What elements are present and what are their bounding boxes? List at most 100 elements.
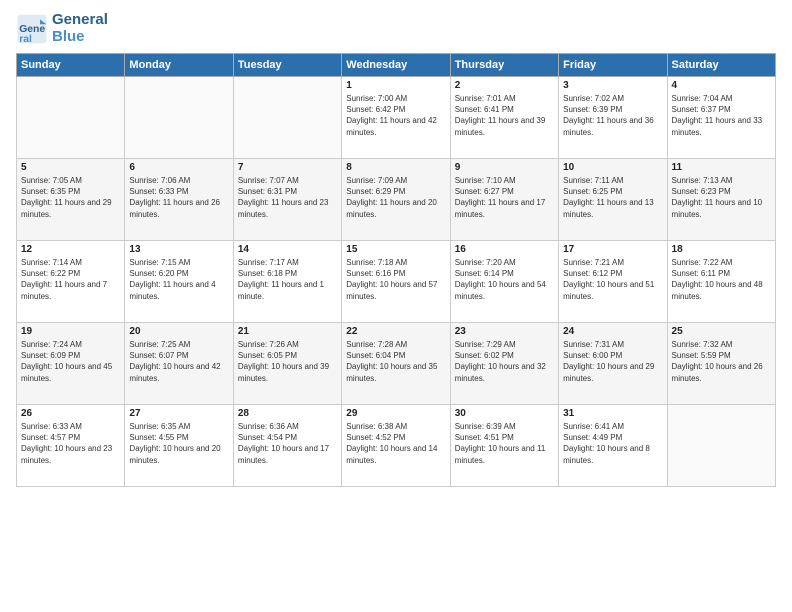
day-info: Sunrise: 7:02 AM Sunset: 6:39 PM Dayligh… [563, 93, 662, 138]
day-cell: 31 Sunrise: 6:41 AM Sunset: 4:49 PM Dayli… [559, 405, 667, 487]
calendar-page: Gene ral General Blue SundayMondayTuesda… [0, 0, 792, 612]
header: Gene ral General Blue [16, 12, 776, 45]
week-row-5: 26 Sunrise: 6:33 AM Sunset: 4:57 PM Dayli… [17, 405, 776, 487]
day-info: Sunrise: 7:13 AM Sunset: 6:23 PM Dayligh… [672, 175, 771, 220]
weekday-header-wednesday: Wednesday [342, 54, 450, 77]
day-cell: 15Sunrise: 7:18 AM Sunset: 6:16 PM Dayli… [342, 241, 450, 323]
week-row-4: 19 Sunrise: 7:24 AM Sunset: 6:09 PM Dayli… [17, 323, 776, 405]
day-cell: 2 Sunrise: 7:01 AM Sunset: 6:41 PM Daylig… [450, 77, 558, 159]
day-cell: 8Sunrise: 7:09 AM Sunset: 6:29 PM Daylig… [342, 159, 450, 241]
day-number: 22 [346, 326, 445, 337]
day-number: 7 [238, 162, 337, 173]
day-info: Sunrise: 7:32 AM Sunset: 5:59 PM Dayligh… [672, 339, 771, 384]
day-info: Sunrise: 7:00 AM Sunset: 6:42 PM Dayligh… [346, 93, 445, 138]
day-number: 24 [563, 326, 662, 337]
day-cell: 18 Sunrise: 7:22 AM Sunset: 6:11 PM Dayli… [667, 241, 775, 323]
day-info: Sunrise: 7:25 AM Sunset: 6:07 PM Dayligh… [129, 339, 228, 384]
day-info: Sunrise: 7:22 AM Sunset: 6:11 PM Dayligh… [672, 257, 771, 302]
day-number: 27 [129, 408, 228, 419]
day-cell: 13 Sunrise: 7:15 AM Sunset: 6:20 PM Dayli… [125, 241, 233, 323]
day-cell: 5 Sunrise: 7:05 AM Sunset: 6:35 PM Daylig… [17, 159, 125, 241]
weekday-header-tuesday: Tuesday [233, 54, 341, 77]
day-number: 23 [455, 326, 554, 337]
day-cell: 7 Sunrise: 7:07 AM Sunset: 6:31 PM Daylig… [233, 159, 341, 241]
day-cell: 17 Sunrise: 7:21 AM Sunset: 6:12 PM Dayli… [559, 241, 667, 323]
day-info: Sunrise: 7:15 AM Sunset: 6:20 PM Dayligh… [129, 257, 228, 302]
day-number: 11 [672, 162, 771, 173]
day-info: Sunrise: 7:18 AM Sunset: 6:16 PM Dayligh… [346, 257, 445, 302]
day-info: Sunrise: 6:38 AM Sunset: 4:52 PM Dayligh… [346, 421, 445, 466]
day-number: 19 [21, 326, 120, 337]
weekday-header-thursday: Thursday [450, 54, 558, 77]
day-cell: 14 Sunrise: 7:17 AM Sunset: 6:18 PM Dayli… [233, 241, 341, 323]
day-cell: 12 Sunrise: 7:14 AM Sunset: 6:22 PM Dayli… [17, 241, 125, 323]
day-number: 4 [672, 80, 771, 91]
logo-blue: Blue [52, 29, 108, 46]
day-info: Sunrise: 7:05 AM Sunset: 6:35 PM Dayligh… [21, 175, 120, 220]
day-number: 1 [346, 80, 445, 91]
day-info: Sunrise: 7:29 AM Sunset: 6:02 PM Dayligh… [455, 339, 554, 384]
week-row-3: 12 Sunrise: 7:14 AM Sunset: 6:22 PM Dayli… [17, 241, 776, 323]
day-info: Sunrise: 7:14 AM Sunset: 6:22 PM Dayligh… [21, 257, 120, 302]
day-number: 25 [672, 326, 771, 337]
day-info: Sunrise: 7:06 AM Sunset: 6:33 PM Dayligh… [129, 175, 228, 220]
day-number: 3 [563, 80, 662, 91]
day-cell: 20Sunrise: 7:25 AM Sunset: 6:07 PM Dayli… [125, 323, 233, 405]
day-info: Sunrise: 7:21 AM Sunset: 6:12 PM Dayligh… [563, 257, 662, 302]
day-cell [125, 77, 233, 159]
day-number: 28 [238, 408, 337, 419]
day-number: 31 [563, 408, 662, 419]
day-number: 29 [346, 408, 445, 419]
day-cell: 4 Sunrise: 7:04 AM Sunset: 6:37 PM Daylig… [667, 77, 775, 159]
day-number: 21 [238, 326, 337, 337]
day-number: 17 [563, 244, 662, 255]
day-info: Sunrise: 6:35 AM Sunset: 4:55 PM Dayligh… [129, 421, 228, 466]
day-cell: 21 Sunrise: 7:26 AM Sunset: 6:05 PM Dayli… [233, 323, 341, 405]
day-info: Sunrise: 7:28 AM Sunset: 6:04 PM Dayligh… [346, 339, 445, 384]
week-row-1: 1 Sunrise: 7:00 AM Sunset: 6:42 PM Daylig… [17, 77, 776, 159]
day-number: 14 [238, 244, 337, 255]
day-cell: 25 Sunrise: 7:32 AM Sunset: 5:59 PM Dayli… [667, 323, 775, 405]
day-cell: 29 Sunrise: 6:38 AM Sunset: 4:52 PM Dayli… [342, 405, 450, 487]
day-info: Sunrise: 7:01 AM Sunset: 6:41 PM Dayligh… [455, 93, 554, 138]
day-info: Sunrise: 6:41 AM Sunset: 4:49 PM Dayligh… [563, 421, 662, 466]
day-number: 2 [455, 80, 554, 91]
day-cell: 23 Sunrise: 7:29 AM Sunset: 6:02 PM Dayli… [450, 323, 558, 405]
day-info: Sunrise: 6:33 AM Sunset: 4:57 PM Dayligh… [21, 421, 120, 466]
day-number: 9 [455, 162, 554, 173]
day-cell: 11 Sunrise: 7:13 AM Sunset: 6:23 PM Dayli… [667, 159, 775, 241]
day-info: Sunrise: 7:24 AM Sunset: 6:09 PM Dayligh… [21, 339, 120, 384]
day-info: Sunrise: 7:20 AM Sunset: 6:14 PM Dayligh… [455, 257, 554, 302]
svg-text:ral: ral [19, 33, 32, 44]
logo-general: General [52, 12, 108, 29]
day-number: 26 [21, 408, 120, 419]
day-number: 10 [563, 162, 662, 173]
day-cell: 19 Sunrise: 7:24 AM Sunset: 6:09 PM Dayli… [17, 323, 125, 405]
weekday-header-row: SundayMondayTuesdayWednesdayThursdayFrid… [17, 54, 776, 77]
calendar-table: SundayMondayTuesdayWednesdayThursdayFrid… [16, 53, 776, 487]
day-info: Sunrise: 7:11 AM Sunset: 6:25 PM Dayligh… [563, 175, 662, 220]
day-info: Sunrise: 7:07 AM Sunset: 6:31 PM Dayligh… [238, 175, 337, 220]
day-number: 6 [129, 162, 228, 173]
weekday-header-monday: Monday [125, 54, 233, 77]
day-number: 12 [21, 244, 120, 255]
day-info: Sunrise: 7:04 AM Sunset: 6:37 PM Dayligh… [672, 93, 771, 138]
day-number: 5 [21, 162, 120, 173]
day-info: Sunrise: 6:36 AM Sunset: 4:54 PM Dayligh… [238, 421, 337, 466]
day-info: Sunrise: 7:31 AM Sunset: 6:00 PM Dayligh… [563, 339, 662, 384]
day-info: Sunrise: 7:17 AM Sunset: 6:18 PM Dayligh… [238, 257, 337, 302]
day-info: Sunrise: 7:26 AM Sunset: 6:05 PM Dayligh… [238, 339, 337, 384]
day-cell: 10 Sunrise: 7:11 AM Sunset: 6:25 PM Dayli… [559, 159, 667, 241]
day-cell [233, 77, 341, 159]
day-number: 13 [129, 244, 228, 255]
week-row-2: 5 Sunrise: 7:05 AM Sunset: 6:35 PM Daylig… [17, 159, 776, 241]
day-info: Sunrise: 6:39 AM Sunset: 4:51 PM Dayligh… [455, 421, 554, 466]
day-number: 18 [672, 244, 771, 255]
day-cell: 27 Sunrise: 6:35 AM Sunset: 4:55 PM Dayli… [125, 405, 233, 487]
day-cell: 26 Sunrise: 6:33 AM Sunset: 4:57 PM Dayli… [17, 405, 125, 487]
logo-icon: Gene ral [16, 13, 48, 45]
weekday-header-sunday: Sunday [17, 54, 125, 77]
day-number: 8 [346, 162, 445, 173]
day-cell: 22 Sunrise: 7:28 AM Sunset: 6:04 PM Dayli… [342, 323, 450, 405]
weekday-header-saturday: Saturday [667, 54, 775, 77]
